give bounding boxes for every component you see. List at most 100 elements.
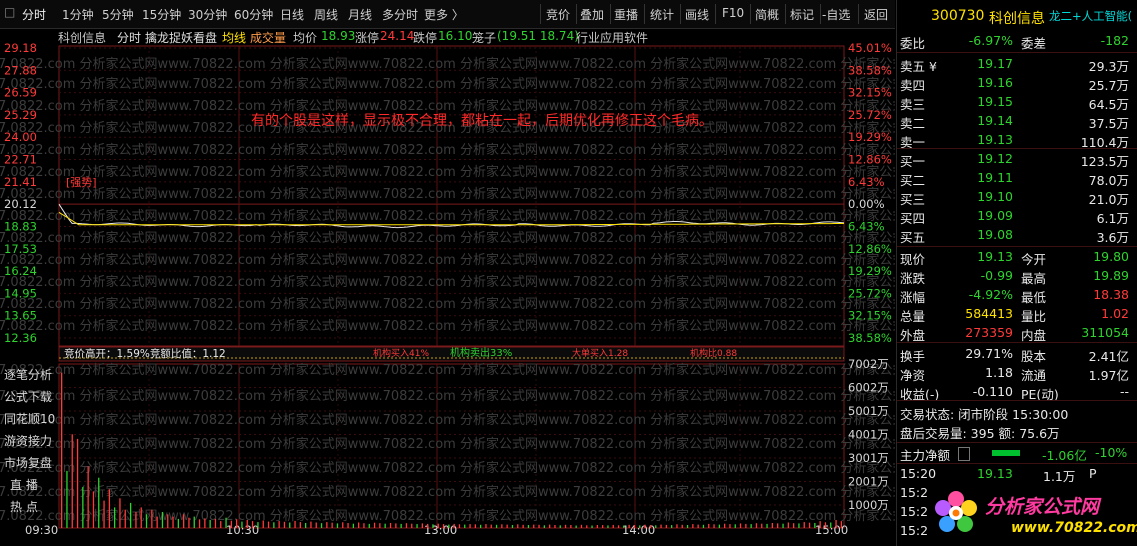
replay-button[interactable]: 重播	[614, 6, 638, 23]
pct-tick-label: 25.72%	[848, 286, 892, 300]
watermark-text: 7.0822.com 分析家公式网www.70822.com 分析家公式网www…	[0, 230, 895, 246]
mark-button[interactable]: 标记	[790, 6, 814, 23]
menu-live[interactable]: 直 播	[10, 476, 38, 493]
back-button[interactable]: 返回	[864, 6, 888, 23]
watermark-text: 7.0822.com 分析家公式网www.70822.com 分析家公式网www…	[0, 388, 895, 404]
volume-bar	[92, 491, 95, 528]
volume-bar	[108, 489, 110, 528]
tab-60min[interactable]: 60分钟	[234, 6, 273, 23]
pct-tick-label: 12.86%	[848, 153, 892, 167]
price-tick-label: 27.88	[4, 63, 37, 77]
checkbox-icon[interactable]: □	[4, 5, 15, 19]
volume-bar	[506, 524, 508, 528]
volume-bar	[363, 523, 365, 528]
price-tick-label: 29.18	[4, 41, 37, 55]
volume-bar	[649, 525, 652, 528]
tab-1min[interactable]: 1分钟	[62, 6, 94, 23]
volume-bar	[665, 524, 667, 528]
draw-button[interactable]: 画线	[685, 6, 709, 23]
tab-monthly[interactable]: 月线	[348, 6, 372, 23]
annotation-text: 有的个股是这样，显示极不合理，都粘在一起，后期优化再修正这个毛病。	[251, 112, 713, 129]
stat-value-2: 19.80	[1093, 249, 1129, 264]
volume-bar	[633, 525, 636, 528]
menu-formula-download[interactable]: 公式下载	[4, 388, 52, 405]
tab-daily[interactable]: 日线	[280, 6, 304, 23]
volume-bar	[702, 524, 705, 528]
weibi-label: 委比	[900, 36, 926, 51]
tab-more[interactable]: 更多 〉	[424, 6, 464, 23]
tab-30min[interactable]: 30分钟	[188, 6, 227, 23]
menu-hot-money[interactable]: 游资接力	[4, 432, 52, 449]
overlay-button[interactable]: 叠加	[580, 6, 604, 23]
bid-price: 19.11	[977, 170, 1013, 185]
volume-bar	[246, 520, 248, 528]
volume-bar	[342, 522, 344, 528]
stat-label: 总量	[900, 309, 926, 324]
volume-tick-label: 7002万	[848, 357, 889, 371]
concept-tag[interactable]: 龙二+人工智能(	[1049, 8, 1132, 24]
main-flow-value: -1.06亿	[1042, 448, 1087, 463]
auction-signal: 竞价高开：1.59%竞额比值：1.12	[64, 347, 226, 360]
fund-label: 净资	[900, 368, 926, 383]
volume-bar	[617, 525, 620, 528]
tab-15min[interactable]: 15分钟	[142, 6, 181, 23]
menu-tick-analysis[interactable]: 逐笔分析	[4, 366, 52, 383]
auction-button[interactable]: 竞价	[546, 6, 570, 23]
fund-value-2: --	[1119, 384, 1129, 399]
volume-bar	[761, 523, 763, 528]
stats-button[interactable]: 统计	[650, 6, 674, 23]
volume-tick-label: 6002万	[848, 381, 889, 395]
volume-bar	[480, 524, 482, 528]
volume-bar	[501, 524, 503, 528]
stat-value: 19.13	[977, 249, 1013, 264]
tick-time-2: 15:2	[900, 485, 929, 500]
tab-5min[interactable]: 5分钟	[102, 6, 134, 23]
volume-bar	[755, 523, 758, 528]
trade-status: 交易状态: 闭市阶段 15:30:00	[900, 407, 1069, 422]
menu-market-review[interactable]: 市场复盘	[4, 454, 52, 471]
watermark-text: 7.0822.com 分析家公式网www.70822.com 分析家公式网www…	[0, 508, 895, 524]
volume-bar	[676, 524, 678, 528]
volume-bar	[405, 523, 408, 528]
volume-bar	[379, 523, 381, 528]
volume-bar	[777, 523, 779, 528]
watermark-text: 7.0822.com 分析家公式网www.70822.com 分析家公式网www…	[0, 460, 895, 476]
volume-bar	[416, 524, 418, 528]
f10-button[interactable]: F10	[722, 6, 744, 20]
volume-bar	[135, 512, 137, 528]
volume-bar	[251, 521, 254, 528]
volume-bar	[140, 507, 142, 528]
volume-bar	[655, 525, 657, 528]
menu-hot[interactable]: 热 点	[10, 498, 38, 515]
bid-label: 买三	[900, 192, 926, 207]
volume-bar	[76, 438, 79, 528]
volume-bar	[289, 522, 291, 528]
summary-button[interactable]: 简概	[755, 6, 779, 23]
fund-label-2: 流通	[1021, 368, 1047, 383]
watchlist-button[interactable]: -自选	[822, 6, 850, 23]
volume-bar	[586, 525, 588, 528]
signal-2: 机构卖出33%	[450, 346, 512, 359]
tab-weekly[interactable]: 周线	[314, 6, 338, 23]
price-tick-label: 20.12	[4, 197, 37, 211]
expand-icon[interactable]	[958, 447, 970, 461]
volume-bar	[718, 524, 720, 528]
volume-bar	[580, 524, 583, 528]
strong-tag: [强势]	[66, 176, 97, 189]
volume-bar	[782, 523, 784, 528]
price-tick-label: 26.59	[4, 86, 37, 100]
price-tick-label: 25.29	[4, 108, 37, 122]
watermark-text: 7.0822.com 分析家公式网www.70822.com 分析家公式网www…	[0, 56, 895, 72]
intraday-chart[interactable]: 7.0822.com 分析家公式网www.70822.com 分析家公式网www…	[0, 28, 895, 546]
menu-ths10[interactable]: 同花顺10	[4, 410, 55, 427]
volume-bar	[193, 516, 195, 528]
volume-bar	[517, 524, 519, 528]
tab-multi-intraday[interactable]: 多分时	[382, 6, 418, 23]
pct-tick-label: 38.58%	[848, 331, 892, 345]
fund-value: 1.18	[985, 365, 1013, 380]
volume-bar	[209, 520, 211, 528]
tab-intraday[interactable]: 分时	[22, 6, 46, 23]
volume-bar	[172, 516, 174, 528]
volume-bar	[411, 523, 413, 528]
price-tick-label: 17.53	[4, 242, 37, 256]
